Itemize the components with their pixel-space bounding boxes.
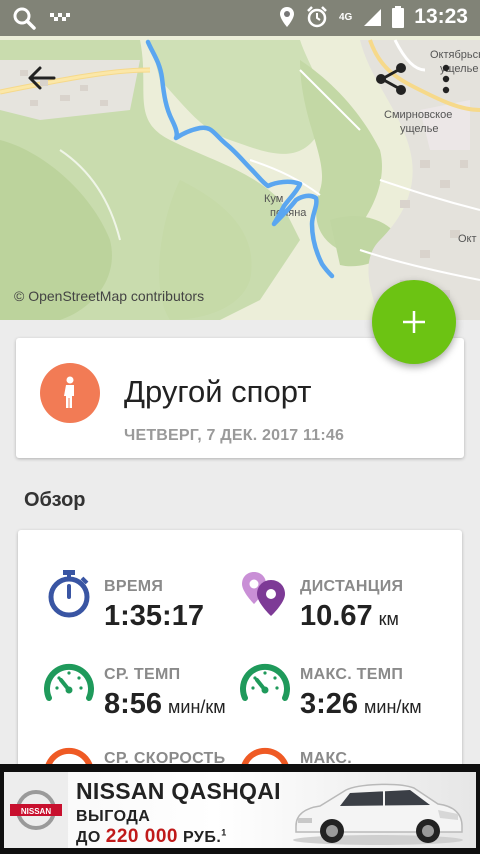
stats-card: ВРЕМЯ 1:35:17 ДИСТАНЦИЯ 10.67 км СР. ТЕМП…: [18, 530, 462, 790]
stat-label: СР. ТЕМП: [104, 666, 181, 683]
add-button[interactable]: [372, 280, 456, 364]
arrow-back-icon[interactable]: [26, 62, 58, 94]
section-title-overview: Обзор: [24, 489, 86, 511]
taxi-icon: [50, 13, 70, 21]
network-type: 4G: [338, 11, 353, 23]
share-icon[interactable]: [374, 62, 408, 96]
map-tiles: Октябрьск ущелье Смирновское ущелье Кум …: [0, 0, 480, 320]
map-label: Смирновское: [384, 109, 452, 121]
ad-banner[interactable]: NISSAN NISSAN QASHQAI ВЫГОДА ДО 220 000 …: [0, 764, 480, 854]
stat-label: МАКС. ТЕМП: [300, 666, 404, 683]
stat-value: 8:56 мин/км: [104, 688, 226, 720]
stopwatch-icon: [48, 570, 90, 618]
signal-icon: [364, 9, 382, 26]
activity-title: Другой спорт: [124, 374, 312, 409]
svg-text:NISSAN: NISSAN: [21, 807, 51, 816]
map-label: Кум: [264, 193, 283, 205]
stat-value: 3:26 мин/км: [300, 688, 422, 720]
map-label: ущелье: [400, 123, 438, 135]
speedometer-icon: [240, 663, 290, 701]
stat-label: ДИСТАНЦИЯ: [300, 578, 404, 595]
map-label: Октябрьск: [430, 49, 480, 61]
activity-type-badge: [40, 363, 100, 423]
alarm-icon: [307, 6, 327, 28]
clock: 13:23: [414, 5, 468, 28]
stat-value: 1:35:17: [104, 600, 204, 632]
speedometer-icon: [44, 663, 94, 701]
nissan-logo-icon: NISSAN: [10, 790, 62, 830]
ad-benefit: ВЫГОДА: [76, 808, 151, 825]
nissan-logo: NISSAN: [4, 772, 68, 848]
map-label: Окт: [458, 233, 477, 245]
distance-pins-icon: [242, 572, 285, 616]
ad-title: NISSAN QASHQAI: [76, 778, 281, 804]
ad-content[interactable]: NISSAN NISSAN QASHQAI ВЫГОДА ДО 220 000 …: [4, 772, 476, 848]
stat-label: ВРЕМЯ: [104, 578, 164, 595]
activity-date: ЧЕТВЕРГ, 7 ДЕК. 2017 11:46: [124, 427, 345, 444]
battery-icon: [392, 6, 405, 28]
status-bar: 4G 13:23: [0, 0, 480, 36]
map-credit: © OpenStreetMap contributors: [14, 288, 205, 304]
more-vert-icon[interactable]: [438, 64, 454, 94]
walker-icon: [64, 376, 74, 408]
car-image: [293, 783, 463, 845]
ad-price: ДО 220 000 РУБ.1: [76, 826, 227, 847]
location-icon: [279, 7, 294, 27]
search-icon: [13, 7, 36, 30]
stat-value: 10.67 км: [300, 600, 399, 632]
route-map[interactable]: Октябрьск ущелье Смирновское ущелье Кум …: [0, 0, 480, 320]
plus-icon: [403, 311, 425, 333]
